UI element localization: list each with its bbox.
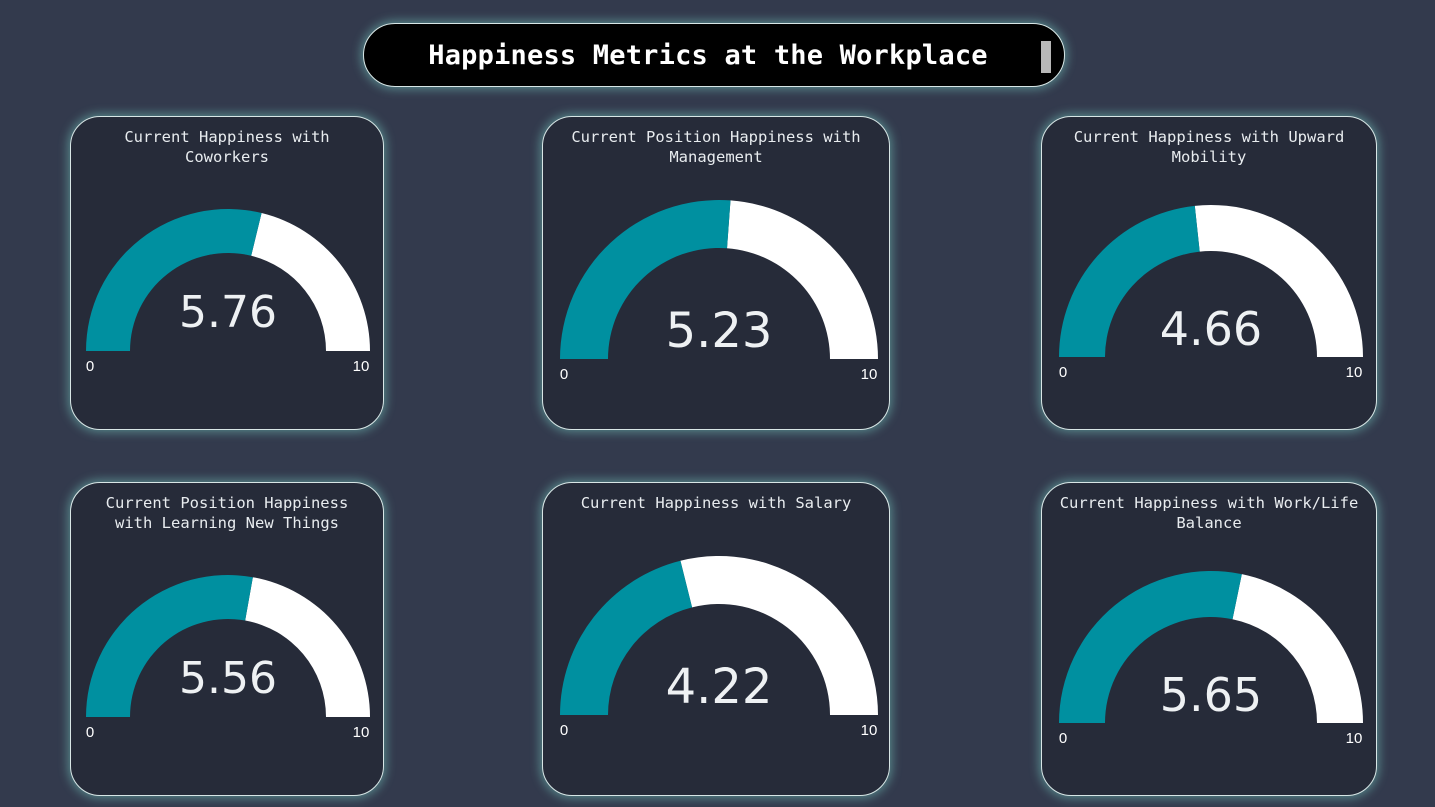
gauge-value-label: 4.66 <box>1160 302 1262 356</box>
gauge-card-management[interactable]: Current Position Happiness with Manageme… <box>542 116 890 430</box>
gauge-value-label: 5.56 <box>179 653 277 704</box>
dashboard-title-bar: Happiness Metrics at the Workplace <box>363 23 1065 87</box>
dashboard-title: Happiness Metrics at the Workplace <box>428 39 988 71</box>
gauge-min-label: 0 <box>1059 364 1067 381</box>
gauge-min-label: 0 <box>86 724 94 741</box>
gauge-value-label: 5.76 <box>179 287 277 338</box>
gauge-min-label: 0 <box>560 722 568 739</box>
gauge-max-label: 10 <box>1346 730 1363 747</box>
gauge-chart: 4.66 0 10 <box>1059 205 1363 381</box>
gauge-max-label: 10 <box>861 722 878 739</box>
gauge-chart: 4.22 0 10 <box>560 556 878 739</box>
text-cursor-icon <box>1041 41 1051 73</box>
gauge-value-label: 5.23 <box>666 303 773 359</box>
gauge-card-work-life-balance[interactable]: Current Happiness with Work/Life Balance… <box>1041 482 1377 796</box>
gauge-max-label: 10 <box>353 358 370 375</box>
gauge-card-learning[interactable]: Current Position Happiness with Learning… <box>70 482 384 796</box>
gauge-chart: 5.23 0 10 <box>560 200 878 383</box>
gauge-card-coworkers[interactable]: Current Happiness with Coworkers 5.76 0 … <box>70 116 384 430</box>
gauge-min-label: 0 <box>86 358 94 375</box>
gauge-value-label: 5.65 <box>1160 668 1262 722</box>
gauge-card-salary[interactable]: Current Happiness with Salary 4.22 0 10 <box>542 482 890 796</box>
gauge-min-label: 0 <box>1059 730 1067 747</box>
gauge-card-upward-mobility[interactable]: Current Happiness with Upward Mobility 4… <box>1041 116 1377 430</box>
gauge-value-label: 4.22 <box>666 659 773 715</box>
gauge-chart: 5.65 0 10 <box>1059 571 1363 747</box>
gauge-chart: 5.76 0 10 <box>86 209 370 375</box>
gauge-max-label: 10 <box>1346 364 1363 381</box>
gauge-chart: 5.56 0 10 <box>86 575 370 741</box>
gauge-min-label: 0 <box>560 366 568 383</box>
gauge-max-label: 10 <box>353 724 370 741</box>
gauge-max-label: 10 <box>861 366 878 383</box>
